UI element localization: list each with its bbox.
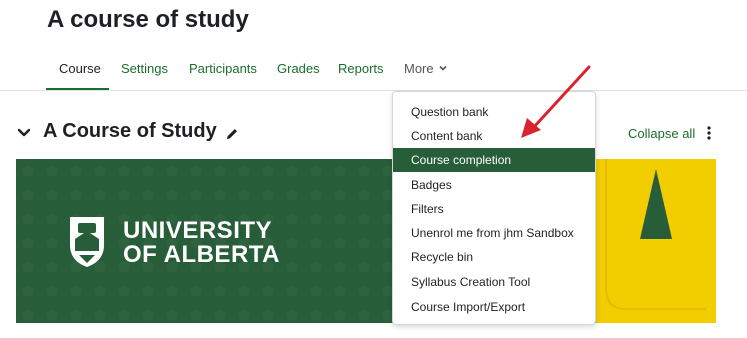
tab-grades[interactable]: Grades [277, 61, 320, 76]
menu-item-unenrol[interactable]: Unenrol me from jhm Sandbox [393, 221, 595, 245]
menu-item-course-completion[interactable]: Course completion [393, 148, 595, 172]
tab-more-label: More [404, 61, 434, 76]
menu-item-course-import-export[interactable]: Course Import/Export [393, 295, 595, 319]
menu-item-badges[interactable]: Badges [393, 173, 595, 197]
kebab-menu-icon[interactable] [705, 125, 713, 141]
course-banner: UNIVERSITY OF ALBERTA [16, 159, 716, 323]
annotation-arrow-icon [521, 65, 591, 138]
collapse-all-link[interactable]: Collapse all [628, 126, 695, 141]
tab-reports[interactable]: Reports [338, 61, 384, 76]
collapse-chevron-icon[interactable] [16, 124, 32, 140]
tab-participants[interactable]: Participants [189, 61, 257, 76]
menu-item-recycle-bin[interactable]: Recycle bin [393, 245, 595, 269]
university-name-line2: OF ALBERTA [123, 241, 280, 268]
nav-divider [0, 90, 747, 91]
chevron-down-icon [439, 65, 447, 71]
section-title: A Course of Study [43, 120, 217, 142]
course-nav: Course Settings Participants Grades Repo… [0, 50, 747, 90]
pencil-icon[interactable] [225, 127, 239, 141]
tab-more[interactable]: More [404, 61, 447, 76]
menu-item-syllabus-creation-tool[interactable]: Syllabus Creation Tool [393, 270, 595, 294]
tab-course[interactable]: Course [59, 61, 101, 76]
university-shield-icon [70, 217, 104, 267]
menu-item-filters[interactable]: Filters [393, 197, 595, 221]
tab-settings[interactable]: Settings [121, 61, 168, 76]
letter-a-graphic [596, 159, 716, 323]
page-title: A course of study [47, 6, 249, 33]
